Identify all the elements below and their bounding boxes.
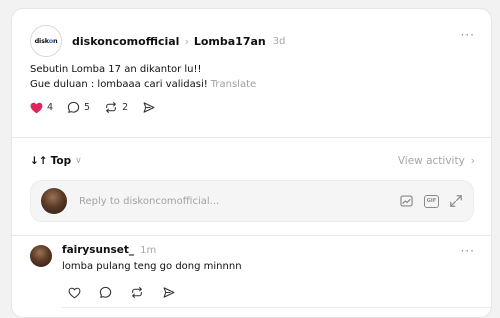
divider <box>12 235 491 236</box>
repost-icon <box>106 102 116 113</box>
post-time: 3d <box>272 35 286 47</box>
view-activity-link[interactable]: View activity › <box>398 155 475 167</box>
chevron-down-icon: ∨ <box>75 156 82 166</box>
comment-icon <box>67 101 80 113</box>
comment-share-button[interactable] <box>162 286 176 299</box>
chevron-right-icon: › <box>470 155 475 167</box>
post-header: diskon diskoncomofficial › Lomba17an 3d <box>30 25 285 57</box>
view-activity-label: View activity <box>397 155 465 167</box>
translate-link[interactable]: Translate <box>211 79 256 90</box>
post-more-options-icon[interactable]: ··· <box>461 28 475 42</box>
image-icon[interactable] <box>399 194 414 208</box>
repost-button[interactable]: 2 <box>104 101 128 114</box>
gif-label: GIF <box>426 198 437 204</box>
comment-actions <box>68 286 194 299</box>
user-avatar <box>41 188 67 214</box>
comment-repost-button[interactable] <box>130 286 144 299</box>
repost-icon <box>132 287 142 298</box>
comment-header: fairysunset_ 1m <box>62 244 156 256</box>
like-count: 4 <box>47 102 54 113</box>
post-body: Sebutin Lomba 17 an dikantor lu!! Gue du… <box>30 62 256 92</box>
share-button[interactable] <box>142 101 156 114</box>
post-line-2-text: Gue duluan : lombaaa cari validasi! <box>30 79 208 90</box>
post-actions: 4 5 2 <box>30 101 170 114</box>
heart-icon <box>30 102 43 113</box>
chevron-right-icon: › <box>184 34 189 48</box>
comment-more-options-icon[interactable]: ··· <box>461 244 475 258</box>
comment-time: 1m <box>140 244 157 256</box>
reply-count: 5 <box>84 102 91 113</box>
post-line-1: Sebutin Lomba 17 an dikantor lu!! <box>30 64 202 75</box>
comment-icon <box>99 286 112 298</box>
reply-tools: GIF <box>399 194 463 208</box>
post-author[interactable]: diskoncomofficial <box>72 35 179 48</box>
like-button[interactable]: 4 <box>30 102 53 114</box>
expand-icon[interactable] <box>449 194 463 208</box>
divider <box>12 137 491 138</box>
share-icon <box>143 102 155 113</box>
commenter-avatar[interactable] <box>30 245 52 267</box>
thread-card: diskon diskoncomofficial › Lomba17an 3d … <box>11 8 492 318</box>
sort-dropdown[interactable]: ↓↑ Top ∨ <box>30 155 82 167</box>
post-line-2: Gue duluan : lombaaa cari validasi! Trans… <box>30 77 256 92</box>
author-avatar[interactable]: diskon <box>30 25 62 57</box>
comment-author[interactable]: fairysunset_ <box>62 244 134 256</box>
topic-tag[interactable]: Lomba17an <box>194 35 266 48</box>
comment-text: lomba pulang teng go dong minnnn <box>62 261 242 272</box>
repost-count: 2 <box>122 102 129 113</box>
reply-input[interactable] <box>79 195 379 207</box>
divider <box>62 307 491 308</box>
comment-like-button[interactable] <box>68 287 81 299</box>
comment-button[interactable]: 5 <box>67 101 90 114</box>
share-icon <box>163 287 175 298</box>
reply-box: GIF <box>30 180 474 222</box>
sort-label: Top <box>50 155 72 167</box>
heart-icon <box>68 287 81 298</box>
comment-reply-button[interactable] <box>99 286 112 299</box>
avatar-logo-text: diskon <box>34 37 58 45</box>
gif-icon[interactable]: GIF <box>424 194 439 208</box>
sort-icon: ↓↑ <box>30 155 48 167</box>
